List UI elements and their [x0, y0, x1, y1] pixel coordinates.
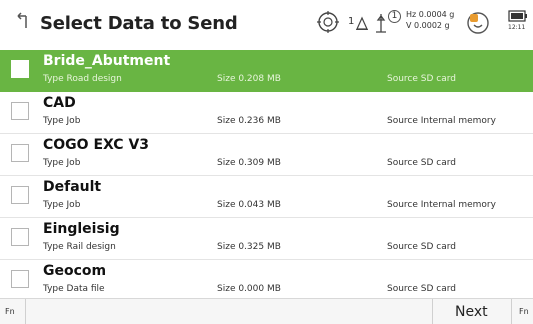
battery-icon[interactable]: 12:11	[506, 10, 530, 38]
item-name: Default	[43, 179, 102, 195]
item-type: Type Data file	[43, 284, 105, 294]
hz-readout: Hz 0.0004 g	[406, 10, 455, 19]
item-source: Source SD card	[387, 158, 456, 168]
item-size: Size 0.325 MB	[217, 242, 281, 252]
item-type: Type Road design	[43, 74, 122, 84]
item-name: COGO EXC V3	[43, 137, 150, 153]
divider	[432, 299, 433, 324]
checkbox[interactable]	[11, 144, 29, 162]
checkbox[interactable]	[11, 186, 29, 204]
item-type: Type Job	[43, 158, 81, 168]
back-icon[interactable]	[12, 12, 30, 32]
divider	[25, 299, 26, 324]
list-item[interactable]: COGO EXC V3 Type Job Size 0.309 MB Sourc…	[0, 134, 533, 176]
checkbox[interactable]	[11, 60, 29, 78]
clock: 12:11	[508, 24, 526, 31]
next-button[interactable]: Next	[455, 304, 488, 320]
list-item[interactable]: Bride_Abutment Type Road design Size 0.2…	[0, 50, 533, 92]
angle-readout: Hz 0.0004 g V 0.0002 g	[406, 9, 454, 31]
item-type: Type Rail design	[43, 242, 116, 252]
list-item[interactable]: Eingleisig Type Rail design Size 0.325 M…	[0, 218, 533, 260]
checkbox[interactable]	[11, 228, 29, 246]
gps-target-icon[interactable]	[316, 10, 340, 34]
page-title: Select Data to Send	[40, 13, 238, 34]
signal-icon[interactable]	[466, 11, 490, 35]
item-name: CAD	[43, 95, 76, 111]
level-number: 1	[348, 16, 355, 27]
prism-number: 1	[388, 10, 401, 23]
item-type: Type Job	[43, 200, 81, 210]
title-bar: Select Data to Send 1 1 Hz 0.0004 g V 0.…	[0, 0, 533, 50]
level-icon[interactable]: 1	[348, 12, 368, 34]
item-type: Type Job	[43, 116, 81, 126]
item-source: Source SD card	[387, 74, 456, 84]
item-name: Eingleisig	[43, 221, 120, 237]
item-size: Size 0.236 MB	[217, 116, 281, 126]
item-source: Source Internal memory	[387, 116, 496, 126]
item-source: Source SD card	[387, 242, 456, 252]
divider	[511, 299, 512, 324]
prism-icon[interactable]: 1	[374, 8, 401, 34]
list-item[interactable]: Default Type Job Size 0.043 MB Source In…	[0, 176, 533, 218]
item-size: Size 0.309 MB	[217, 158, 281, 168]
data-list[interactable]: Bride_Abutment Type Road design Size 0.2…	[0, 50, 533, 297]
item-name: Bride_Abutment	[43, 53, 171, 69]
fn-left-key[interactable]: Fn	[5, 307, 15, 316]
fn-right-key[interactable]: Fn	[519, 307, 529, 316]
softkey-bar: Fn Next Fn	[0, 298, 533, 324]
list-item[interactable]: CAD Type Job Size 0.236 MB Source Intern…	[0, 92, 533, 134]
item-source: Source SD card	[387, 284, 456, 294]
item-size: Size 0.000 MB	[217, 284, 281, 294]
item-source: Source Internal memory	[387, 200, 496, 210]
checkbox[interactable]	[11, 102, 29, 120]
item-size: Size 0.043 MB	[217, 200, 281, 210]
item-name: Geocom	[43, 263, 107, 279]
item-size: Size 0.208 MB	[217, 74, 281, 84]
list-item[interactable]: Geocom Type Data file Size 0.000 MB Sour…	[0, 260, 533, 297]
v-readout: V 0.0002 g	[406, 21, 450, 30]
checkbox[interactable]	[11, 270, 29, 288]
